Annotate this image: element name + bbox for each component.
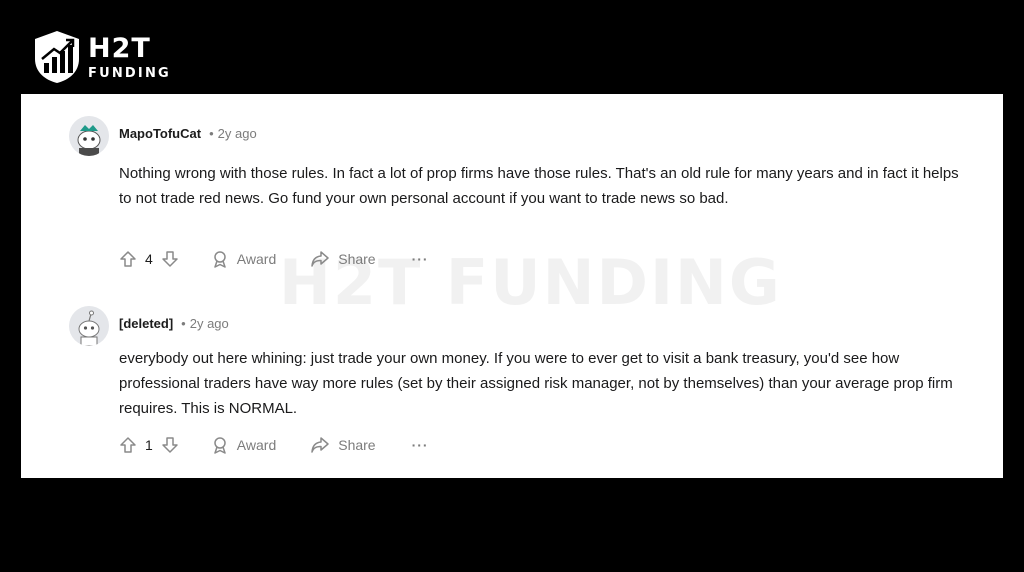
award-icon [214, 251, 226, 268]
award-label: Award [236, 251, 277, 267]
vote-controls: 4 [119, 250, 179, 268]
downvote-button[interactable] [161, 436, 179, 454]
vote-controls: 1 [119, 436, 179, 454]
share-button[interactable]: Share [310, 436, 376, 454]
downvote-button[interactable] [161, 250, 179, 268]
downvote-icon [162, 437, 178, 453]
share-label: Share [338, 437, 376, 453]
brand-subtitle: FUNDING [88, 65, 171, 81]
comment-body: everybody out here whining: just trade y… [119, 350, 953, 417]
brand-logo: H2T FUNDING [32, 28, 171, 86]
meta-separator: • [181, 316, 186, 331]
award-button[interactable]: Award [211, 436, 276, 454]
comment-body: Nothing wrong with those rules. In fact … [119, 165, 959, 207]
comment-author[interactable]: MapoTofuCat [119, 126, 201, 141]
comment-time[interactable]: 2y ago [218, 126, 257, 141]
shield-logo-icon [35, 31, 79, 83]
share-icon [311, 251, 329, 267]
award-button[interactable]: Award [211, 250, 276, 268]
deleted-user-avatar-icon [69, 306, 109, 346]
brand-name: H2T [88, 32, 151, 64]
comment-author: [deleted] [119, 316, 174, 331]
award-label: Award [236, 437, 277, 453]
comment-actions: 4 Award Share ··· [119, 250, 429, 268]
upvote-icon [120, 437, 136, 453]
avatar[interactable] [69, 306, 109, 346]
comment-time[interactable]: 2y ago [190, 316, 229, 331]
downvote-icon [162, 251, 178, 267]
avatar[interactable] [69, 116, 109, 156]
comment-panel: H2T FUNDING MapoTofuCat • 2y ago Nothing… [21, 94, 1003, 478]
more-options-button[interactable]: ··· [412, 251, 429, 267]
upvote-button[interactable] [119, 250, 137, 268]
upvote-icon [120, 251, 136, 267]
more-options-button[interactable]: ··· [412, 437, 429, 453]
meta-separator: • [209, 126, 214, 141]
share-label: Share [338, 251, 376, 267]
comment-actions: 1 Award Share ··· [119, 436, 429, 454]
award-icon [214, 437, 226, 454]
share-button[interactable]: Share [310, 250, 376, 268]
upvote-button[interactable] [119, 436, 137, 454]
vote-count: 1 [145, 437, 153, 453]
snoo-avatar-icon [69, 116, 109, 156]
share-icon [311, 437, 329, 453]
vote-count: 4 [145, 251, 153, 267]
